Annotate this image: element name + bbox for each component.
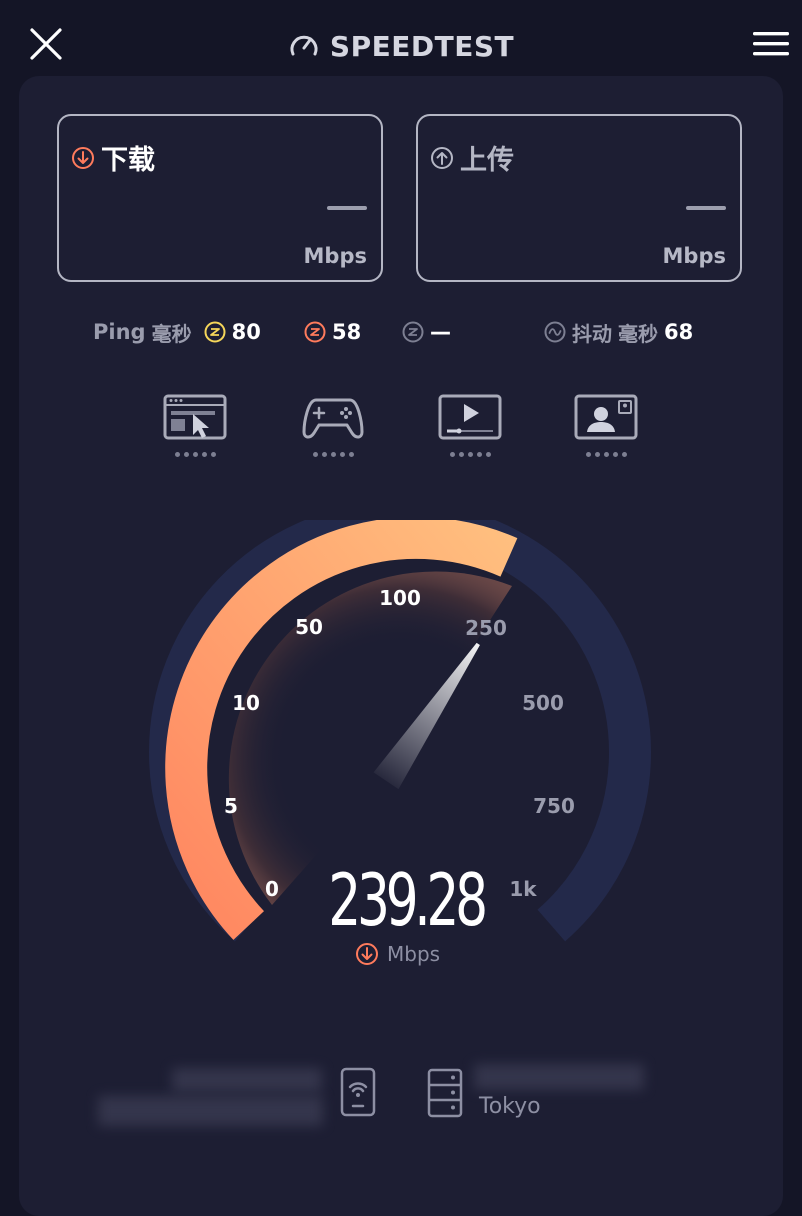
upload-panel: 上传 Mbps	[416, 114, 742, 282]
jitter-icon	[544, 321, 566, 343]
hamburger-menu-icon	[753, 32, 789, 56]
web-browsing-icon	[163, 394, 227, 440]
wifi-device-icon-wrap	[339, 1066, 377, 1122]
activity-rating-dots	[300, 452, 366, 457]
current-speed-unit: Mbps	[355, 942, 440, 966]
video-call-icon	[574, 394, 638, 440]
gauge-tick-10: 10	[232, 691, 260, 715]
gauge-tick-250: 250	[465, 616, 507, 640]
wifi-phone-icon	[340, 1067, 376, 1117]
ping-row: Ping 毫秒 80 58 — 抖动 毫秒 68	[0, 314, 802, 350]
app-logo: SPEEDTEST	[0, 24, 802, 68]
gauge-tick-50: 50	[295, 615, 323, 639]
video-streaming-icon	[438, 394, 502, 440]
activity-video-call[interactable]	[573, 392, 639, 457]
gauge-tick-750: 750	[533, 794, 575, 818]
activity-rating-dots	[437, 452, 503, 457]
activity-rating-dots	[573, 452, 639, 457]
blurred-ip-address	[98, 1096, 323, 1126]
ping-download-icon	[304, 321, 326, 343]
ping-unit-label: 毫秒	[151, 321, 192, 346]
upload-unit: Mbps	[662, 244, 726, 268]
jitter-label: 抖动	[572, 321, 612, 346]
ping-download: 58	[304, 314, 361, 350]
activity-web-browsing[interactable]	[162, 392, 228, 457]
download-panel: 下载 Mbps	[57, 114, 383, 282]
ping-upload-value: —	[430, 320, 451, 344]
menu-button[interactable]	[752, 30, 790, 58]
ping-upload-icon	[402, 321, 424, 343]
gauge-tick-100: 100	[379, 586, 421, 610]
upload-value-placeholder	[686, 206, 726, 210]
ping-label: Ping	[93, 320, 146, 344]
blurred-server-provider	[474, 1064, 644, 1090]
top-bar: SPEEDTEST	[0, 0, 802, 78]
ping-idle: Ping 毫秒 80	[93, 314, 261, 350]
upload-label: 上传	[460, 145, 514, 176]
download-label: 下载	[101, 145, 155, 176]
gauge-tick-500: 500	[522, 691, 564, 715]
ping-idle-icon	[204, 321, 226, 343]
ping-download-value: 58	[332, 320, 362, 344]
ping-idle-value: 80	[231, 320, 261, 344]
blurred-provider-name	[172, 1068, 322, 1092]
ping-upload: —	[402, 314, 451, 350]
download-arrow-icon	[72, 146, 94, 169]
activity-rating-dots	[162, 452, 228, 457]
server-icon	[427, 1068, 463, 1118]
activity-video-streaming[interactable]	[437, 392, 503, 457]
server-icon-wrap	[426, 1067, 464, 1123]
jitter-unit-label: 毫秒	[618, 321, 658, 346]
current-speed-unit-label: Mbps	[387, 942, 441, 966]
jitter-value: 68	[664, 320, 694, 344]
download-unit: Mbps	[303, 244, 367, 268]
gauge-tick-1k: 1k	[509, 877, 537, 901]
download-arrow-icon	[356, 943, 378, 965]
speedometer-icon	[290, 35, 318, 56]
download-value-placeholder	[327, 206, 367, 210]
gaming-icon	[302, 398, 364, 439]
server-city[interactable]: Tokyo	[479, 1094, 541, 1119]
jitter: 抖动 毫秒 68	[544, 314, 693, 350]
gauge-tick-0: 0	[265, 877, 279, 901]
upload-arrow-icon	[431, 146, 453, 169]
gauge-tick-5: 5	[224, 794, 238, 818]
app-title: SPEEDTEST	[329, 29, 515, 63]
activity-gaming[interactable]	[300, 392, 366, 457]
current-speed-value: 239.28	[328, 858, 488, 942]
